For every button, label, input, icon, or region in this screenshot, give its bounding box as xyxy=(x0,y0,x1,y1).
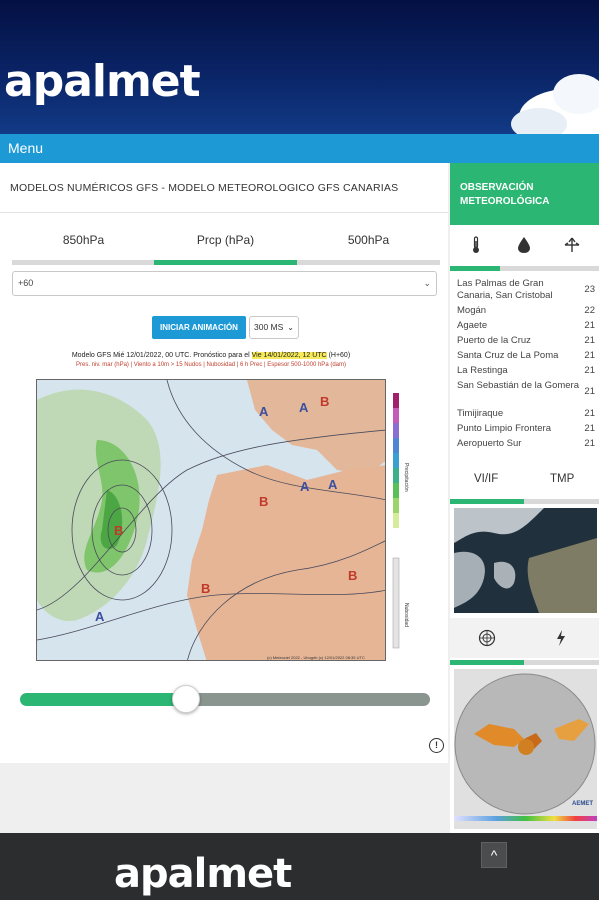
tab-500hpa[interactable]: 500hPa xyxy=(297,229,440,257)
pressure-label: B xyxy=(320,394,329,409)
observation-title: OBSERVACIÓN METEOROLÓGICA xyxy=(450,163,599,225)
station-name: Agaete xyxy=(457,320,488,331)
map-caption-pre: Modelo GFS Mié 12/01/2022, 00 UTC. Pronó… xyxy=(71,352,250,359)
station-name: San Sebastián de la Gomera xyxy=(457,380,579,391)
station-value: 21 xyxy=(584,320,595,331)
station-name: Mogán xyxy=(457,305,487,316)
forecast-map-graphic: A A B B B A B A B A (c) Meteociel 2022 -… xyxy=(37,380,385,660)
start-animation-button[interactable]: INICIAR ANIMACIÓN xyxy=(152,316,246,339)
tab-indicator-track xyxy=(12,260,440,265)
station-row[interactable]: La Restinga 21 xyxy=(457,365,595,377)
satellite-graphic xyxy=(454,508,597,613)
map-credit: (c) Meteociel 2022 - Ubugrib (c) 12/01/2… xyxy=(267,655,365,660)
back-to-top-button[interactable]: ^ xyxy=(481,842,507,868)
page: apalmet Menu MODELOS NUMÉRICOS GFS - MOD… xyxy=(0,0,599,900)
image-tab-track xyxy=(450,499,599,504)
thermometer-icon[interactable] xyxy=(466,235,486,255)
map-caption-legend: Pres. niv. mar (hPa) | Viento a 10m > 15… xyxy=(76,362,346,368)
pressure-label: A xyxy=(259,404,269,419)
station-name: Timijiraque xyxy=(457,408,504,419)
station-value: 21 xyxy=(584,386,595,397)
menu-button[interactable]: Menu xyxy=(0,134,599,163)
station-name: La Restinga xyxy=(457,365,508,376)
station-row[interactable]: Puerto de la Cruz 21 xyxy=(457,335,595,347)
tab-tmp[interactable]: TMP xyxy=(550,473,574,485)
station-value: 22 xyxy=(584,305,595,316)
station-name: Las Palmas de Gran Canaria, San Cristoba… xyxy=(457,278,553,301)
site-header: apalmet xyxy=(0,0,599,134)
map-caption-post: (H+60) xyxy=(328,352,351,359)
site-footer: apalmet ^ xyxy=(0,833,599,900)
station-row[interactable]: Punto Limpio Frontera 21 xyxy=(457,423,595,435)
radar-graphic: AEMET xyxy=(454,669,597,829)
scale-label-cloud: Nubosidad xyxy=(403,603,409,627)
pressure-label: B xyxy=(201,581,210,596)
radar-logo: AEMET xyxy=(572,801,593,807)
forecast-map: A A B B B A B A B A (c) Meteociel 2022 -… xyxy=(36,379,386,661)
station-value: 21 xyxy=(584,365,595,376)
map-caption: Modelo GFS Mié 12/01/2022, 00 UTC. Pronó… xyxy=(36,351,386,370)
station-row[interactable]: Agaete 21 xyxy=(457,320,595,332)
pressure-label: B xyxy=(259,494,268,509)
speed-select[interactable]: 300 MS ⌄ xyxy=(249,316,299,339)
image-icons-bar xyxy=(450,618,599,658)
satellite-image[interactable] xyxy=(454,508,597,613)
chevron-down-icon: ⌄ xyxy=(423,278,431,288)
pressure-label: A xyxy=(95,609,105,624)
station-name: Puerto de la Cruz xyxy=(457,335,531,346)
map-caption-date: Vie 14/01/2022, 12 UTC xyxy=(251,352,327,359)
station-name: Santa Cruz de La Poma xyxy=(457,350,559,361)
observation-tab-track xyxy=(450,266,599,271)
pressure-label: A xyxy=(299,400,309,415)
site-logo[interactable]: apalmet xyxy=(4,56,201,107)
tab-prcp[interactable]: Prcp (hPa) xyxy=(154,229,297,257)
station-row[interactable]: Timijiraque 21 xyxy=(457,408,595,420)
color-scale: Precipitación Nubosidad xyxy=(392,393,409,649)
chevron-down-icon: ⌄ xyxy=(287,323,294,332)
observation-sidebar: OBSERVACIÓN METEOROLÓGICA Las Palmas de … xyxy=(450,163,599,833)
station-value: 23 xyxy=(584,284,595,295)
station-value: 21 xyxy=(584,423,595,434)
page-title: MODELOS NUMÉRICOS GFS - MODELO METEOROLO… xyxy=(10,182,399,194)
main-panel: MODELOS NUMÉRICOS GFS - MODELO METEOROLO… xyxy=(0,163,448,763)
radar-image[interactable]: AEMET xyxy=(454,669,597,829)
tab-850hpa[interactable]: 850hPa xyxy=(12,229,155,257)
pressure-label: B xyxy=(114,523,123,538)
station-row[interactable]: San Sebastián de la Gomera 21 xyxy=(457,380,595,397)
timeline-slider-track[interactable] xyxy=(186,693,430,706)
station-row[interactable]: Mogán 22 xyxy=(457,305,595,317)
radar-tab-active xyxy=(450,660,524,665)
radar-tab-track xyxy=(450,660,599,665)
forecast-hour-select[interactable]: +60 ⌄ xyxy=(12,271,437,296)
tab-indicator-active xyxy=(154,260,297,265)
station-name: Aeropuerto Sur xyxy=(457,438,522,449)
station-value: 21 xyxy=(584,335,595,346)
station-row[interactable]: Las Palmas de Gran Canaria, San Cristoba… xyxy=(457,278,595,302)
tab-vi-if[interactable]: VI/IF xyxy=(474,473,498,485)
cloud-decoration xyxy=(511,74,599,134)
station-name: Punto Limpio Frontera xyxy=(457,423,551,434)
forecast-hour-value: +60 xyxy=(18,278,34,288)
radar-icon[interactable] xyxy=(478,629,496,647)
station-value: 21 xyxy=(584,408,595,419)
station-value: 21 xyxy=(584,350,595,361)
timeline-slider-fill[interactable] xyxy=(20,693,188,706)
station-value: 21 xyxy=(584,438,595,449)
image-tab-active xyxy=(450,499,524,504)
station-row[interactable]: Santa Cruz de La Poma 21 xyxy=(457,350,595,362)
info-icon[interactable]: ! xyxy=(429,738,444,753)
station-row[interactable]: Aeropuerto Sur 21 xyxy=(457,438,595,450)
drop-icon[interactable] xyxy=(514,235,534,255)
wind-icon[interactable] xyxy=(562,235,582,255)
footer-logo[interactable]: apalmet xyxy=(114,851,292,897)
timeline-slider-thumb[interactable] xyxy=(172,685,200,713)
pressure-label: B xyxy=(348,568,357,583)
title-bar: MODELOS NUMÉRICOS GFS - MODELO METEOROLO… xyxy=(0,163,448,213)
pressure-label: A xyxy=(328,477,338,492)
observation-tab-active xyxy=(450,266,500,271)
scale-label-precip: Precipitación xyxy=(403,463,409,492)
lightning-icon[interactable] xyxy=(554,629,568,647)
speed-value: 300 MS xyxy=(254,322,284,332)
pressure-label: A xyxy=(300,479,310,494)
